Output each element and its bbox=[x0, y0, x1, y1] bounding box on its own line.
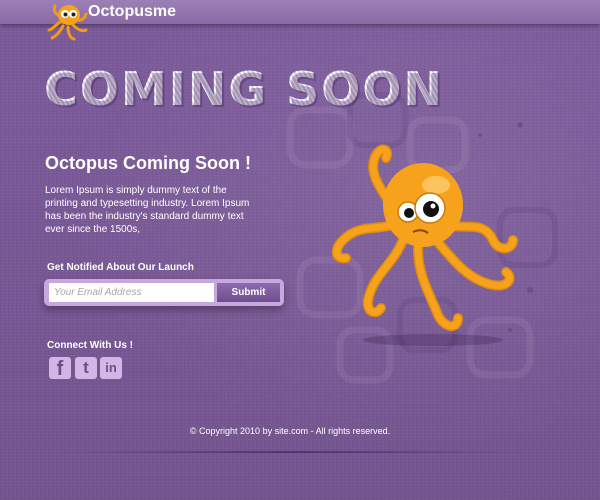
description-text: Lorem Ipsum is simply dummy text of the … bbox=[45, 185, 250, 235]
facebook-icon[interactable]: f bbox=[49, 357, 71, 380]
notify-label: Get Notified About Our Launch bbox=[47, 262, 194, 273]
linkedin-icon[interactable]: in bbox=[100, 357, 122, 379]
logo-icon[interactable] bbox=[46, 0, 90, 42]
submit-button[interactable]: Submit bbox=[217, 283, 280, 302]
email-input[interactable] bbox=[49, 283, 214, 302]
footer-divider bbox=[58, 451, 528, 453]
copyright-text: © Copyright 2010 by site.com - All right… bbox=[189, 426, 391, 436]
signup-form: Submit bbox=[44, 279, 284, 306]
octopus-illustration bbox=[331, 144, 518, 346]
twitter-icon[interactable]: t bbox=[75, 357, 97, 379]
page-subtitle: Octopus Coming Soon ! bbox=[45, 153, 251, 173]
coming-soon-heading: COMING SOON bbox=[44, 62, 444, 116]
connect-label: Connect With Us ! bbox=[47, 340, 134, 351]
brand-name[interactable]: Octopusme bbox=[88, 3, 176, 21]
